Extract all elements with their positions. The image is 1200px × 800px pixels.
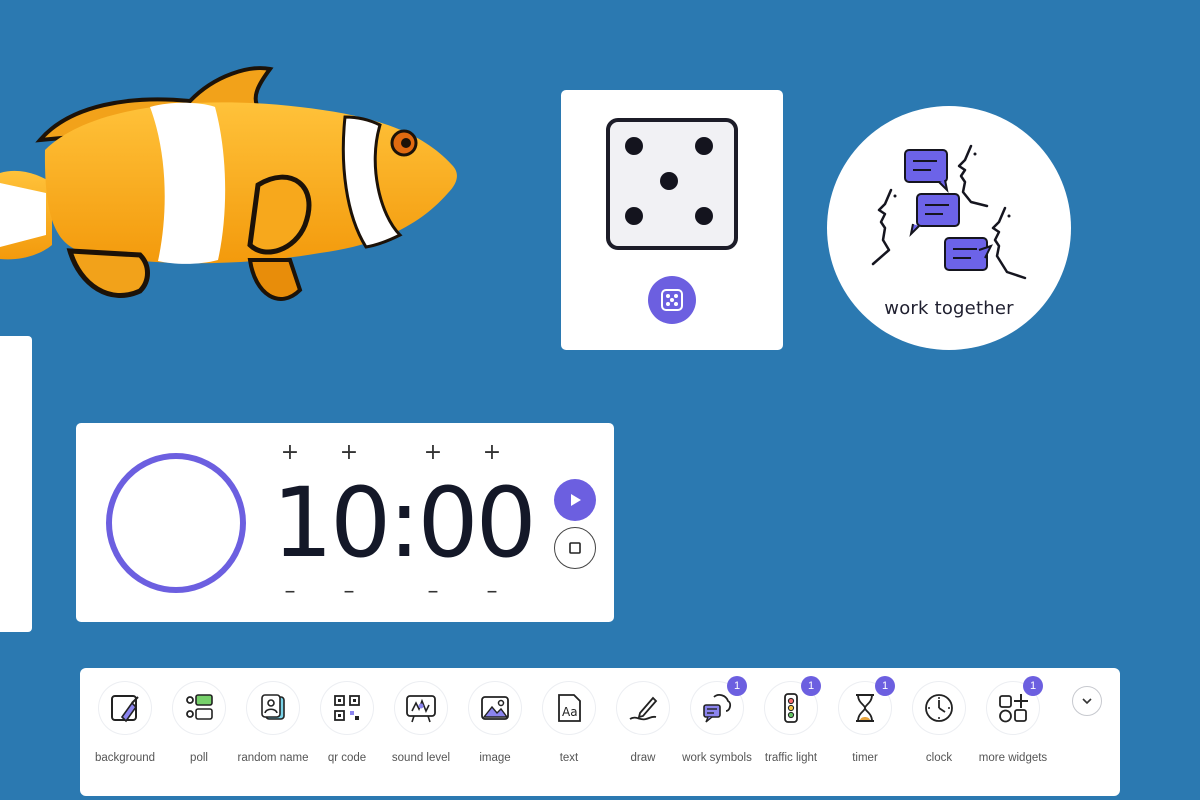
minutes-ones-decrement[interactable]: – (336, 579, 362, 605)
collapse-toolbar-button[interactable] (1072, 686, 1102, 716)
notification-badge: 1 (1023, 676, 1043, 696)
minutes-ones-increment[interactable]: + (336, 440, 362, 466)
stop-icon (569, 542, 581, 554)
poll-icon (186, 694, 213, 720)
qr-code-icon (334, 695, 360, 721)
timer-progress-ring (106, 453, 246, 593)
roll-dice-button[interactable] (648, 276, 696, 324)
dice-pip (625, 137, 643, 155)
seconds-tens-increment[interactable]: + (420, 440, 446, 466)
seconds-ones-decrement[interactable]: – (479, 579, 505, 605)
dice-widget[interactable] (561, 90, 783, 350)
clownfish-image[interactable] (0, 55, 470, 325)
work-together-label: work together (884, 298, 1014, 319)
tool-text[interactable]: Aa text (532, 682, 606, 792)
traffic-light-icon (784, 693, 798, 723)
seconds-tens-decrement[interactable]: – (420, 579, 446, 605)
partial-widget-card[interactable] (0, 336, 32, 632)
hourglass-icon (856, 694, 874, 722)
timer-play-button[interactable] (554, 479, 596, 521)
notification-badge: 1 (727, 676, 747, 696)
widget-toolbar: background poll random name qr code soun… (80, 668, 1120, 796)
notification-badge: 1 (801, 676, 821, 696)
tool-draw[interactable]: draw (606, 682, 680, 792)
tool-traffic-light[interactable]: 1 traffic light (754, 676, 828, 792)
dice-icon (661, 289, 683, 311)
tool-timer[interactable]: 1 timer (828, 676, 902, 792)
more-widgets-icon (999, 694, 1028, 723)
dice-pip (695, 207, 713, 225)
sound-level-icon (406, 695, 436, 723)
draw-icon (629, 696, 658, 721)
tool-background[interactable]: background (88, 682, 162, 792)
tool-label: more widgets (978, 752, 1048, 764)
tool-more-widgets[interactable]: 1 more widgets (976, 676, 1050, 792)
svg-text:Aa: Aa (562, 705, 578, 719)
background-icon (111, 695, 139, 723)
clock-icon (925, 694, 953, 722)
tool-poll[interactable]: poll (162, 682, 236, 792)
tool-image[interactable]: image (458, 682, 532, 792)
seconds-ones-increment[interactable]: + (479, 440, 505, 466)
tool-clock[interactable]: clock (902, 682, 976, 792)
image-icon (481, 696, 509, 720)
dice-pip (660, 172, 678, 190)
work-together-icon (871, 144, 1027, 280)
text-icon: Aa (558, 694, 581, 722)
dice-pip (695, 137, 713, 155)
chevron-down-icon (1082, 698, 1092, 705)
timer-widget[interactable]: + + + + 10:00 – – – – (76, 423, 614, 622)
timer-display: 10:00 (272, 467, 537, 579)
tool-sound-level[interactable]: sound level (384, 682, 458, 792)
work-together-widget[interactable]: work together (827, 106, 1071, 350)
timer-stop-button[interactable] (554, 527, 596, 569)
tool-qr-code[interactable]: qr code (310, 682, 384, 792)
work-symbols-icon (703, 694, 732, 723)
dice-pip (625, 207, 643, 225)
random-name-icon (261, 694, 285, 720)
minutes-tens-increment[interactable]: + (277, 440, 303, 466)
notification-badge: 1 (875, 676, 895, 696)
minutes-tens-decrement[interactable]: – (277, 579, 303, 605)
dice-face (606, 118, 738, 250)
play-icon (571, 494, 581, 506)
tool-work-symbols[interactable]: 1 work symbols (680, 676, 754, 792)
tool-random-name[interactable]: random name (236, 682, 310, 792)
